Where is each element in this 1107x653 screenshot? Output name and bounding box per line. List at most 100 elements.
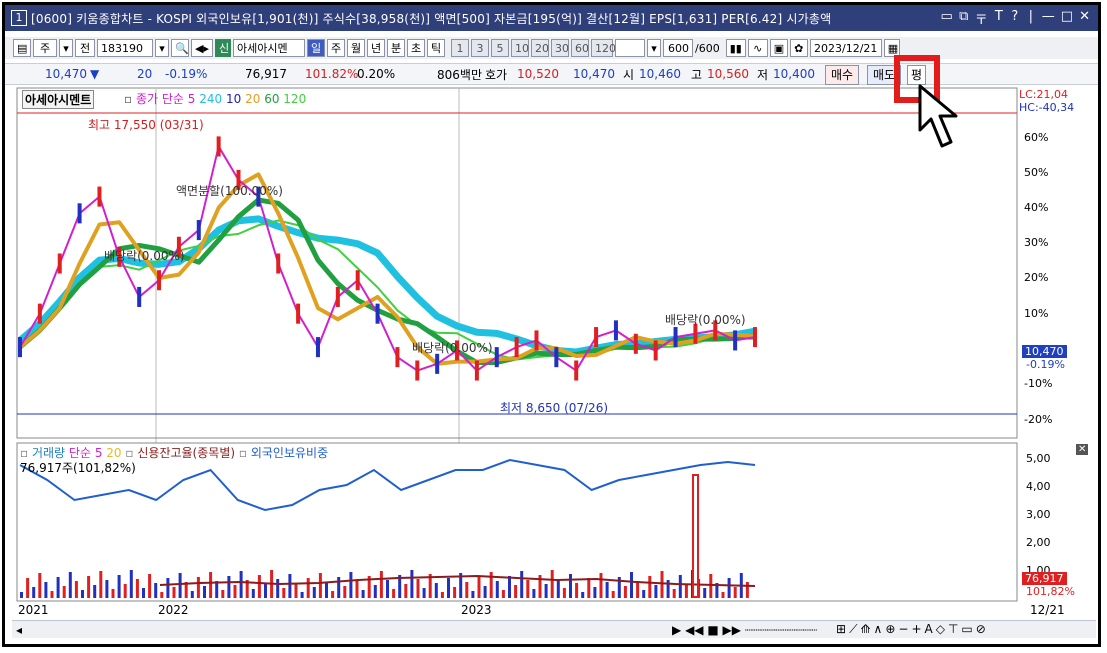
legend-ma240: 240	[199, 92, 223, 106]
volume-bar	[239, 571, 243, 598]
volume-bar	[672, 589, 676, 598]
panel-close-icon[interactable]: ✕	[1076, 444, 1089, 455]
candle	[77, 203, 82, 224]
candle	[574, 360, 579, 381]
volume-bar	[148, 574, 152, 598]
y-tick-lc: LC:21,04	[1019, 88, 1069, 101]
volume-bar	[44, 582, 48, 598]
zoom-icon[interactable]: ⊕	[885, 622, 898, 636]
y-tick-minus20: -20%	[1024, 413, 1053, 426]
rewind-icon[interactable]: ◀◀	[685, 623, 703, 637]
zoom-slider[interactable]: ┈┈┈┈┈┈┈┈┈┈	[745, 623, 817, 637]
volume-bar	[111, 589, 115, 598]
volume-bar	[251, 589, 255, 598]
candle	[97, 186, 102, 207]
volume-bar	[416, 579, 420, 598]
high-marker: 최고 17,550 (03/31)	[88, 118, 204, 132]
candle	[196, 220, 201, 241]
volume-bar	[349, 572, 353, 598]
volume-bar	[514, 585, 518, 598]
volume-bar	[203, 586, 206, 598]
x-label-2022: 2022	[158, 603, 189, 617]
candle	[157, 270, 162, 291]
volume-bar	[556, 579, 560, 598]
annotation-dividend-2: 배당락(0.00%)	[412, 341, 493, 355]
volume-bar	[373, 585, 377, 598]
volume-bar	[74, 581, 78, 598]
volume-bar	[404, 584, 408, 598]
volume-bar	[471, 591, 475, 598]
volume-bar	[288, 574, 292, 598]
vol-y-tick-4: 4,00	[1026, 480, 1051, 493]
legend-prefix: 종가 단순	[135, 92, 184, 106]
volume-bar	[32, 587, 36, 598]
annotation-split: 액면분할(100.00%)	[176, 184, 283, 198]
scroll-left-icon[interactable]: ◂	[16, 623, 22, 637]
plus-icon[interactable]: +	[911, 622, 924, 636]
vol-y-tick-3: 3,00	[1026, 508, 1051, 521]
volume-bar	[276, 579, 280, 598]
legend-volume: 거래량	[31, 446, 66, 460]
candle	[733, 330, 738, 351]
volume-bar	[623, 586, 627, 598]
volume-bar	[142, 588, 145, 598]
volume-bar	[233, 585, 237, 598]
volume-bar	[569, 574, 572, 598]
fibonacci-icon[interactable]: ⟰	[860, 622, 873, 636]
volume-bar	[93, 585, 97, 598]
legend-ma60: 60	[264, 92, 280, 106]
candle	[594, 327, 599, 348]
volume-bar	[379, 571, 383, 598]
current-change-tag: -0.19%	[1026, 358, 1065, 371]
shape-icon[interactable]: ◇	[936, 622, 948, 636]
volume-bar	[38, 573, 42, 598]
volume-bar	[160, 592, 164, 598]
crosshair-icon[interactable]: ⊞	[836, 622, 849, 636]
volume-bar	[26, 578, 30, 598]
candle	[57, 253, 62, 274]
legend-simple: 단순	[68, 446, 91, 460]
x-label-2021: 2021	[18, 603, 49, 617]
volume-bar	[257, 575, 261, 598]
bottom-toolbar: ◂ ▶ ◀◀ ■ ▶▶ ┈┈┈┈┈┈┈┈┈┈ ⊞⟋⟰∧⊕−+A◇⊤▭⊘	[12, 620, 1096, 638]
candle	[534, 330, 539, 351]
volume-bar	[648, 576, 652, 598]
volume-bar	[477, 577, 481, 598]
wave-icon[interactable]: ∧	[874, 622, 886, 636]
volume-bar	[129, 570, 133, 598]
trendline-icon[interactable]: ⟋	[849, 622, 860, 636]
volume-bar	[532, 589, 536, 598]
color-icon[interactable]: ⊘	[976, 622, 989, 636]
volume-bar	[703, 588, 707, 598]
note-icon[interactable]: ⊤	[948, 622, 961, 636]
stock-tag[interactable]: 아세아시멘트	[22, 90, 95, 109]
candle	[653, 340, 658, 361]
volume-bar	[56, 577, 60, 598]
play-icon[interactable]: ▶	[672, 623, 681, 637]
volume-bar	[337, 577, 341, 598]
candle	[296, 303, 301, 324]
box-icon[interactable]: ▭	[961, 622, 975, 636]
forward-icon[interactable]: ▶▶	[723, 623, 741, 637]
candle	[276, 253, 281, 274]
vol-y-tick-5: 5,00	[1026, 452, 1051, 465]
stop-icon[interactable]: ■	[707, 623, 718, 637]
candle	[18, 337, 22, 358]
volume-bar	[172, 587, 176, 598]
candle	[435, 353, 440, 374]
volume-bar	[581, 592, 585, 598]
volume-bar	[68, 572, 72, 598]
volume-bar	[343, 586, 347, 598]
legend-vol-ma20: 20	[106, 446, 122, 460]
legend-ma5: 5	[187, 92, 196, 106]
volume-bar	[562, 588, 566, 598]
minus-icon[interactable]: −	[898, 622, 911, 636]
volume-bar	[325, 582, 328, 598]
volume-bar	[318, 573, 322, 598]
y-tick-60: 60%	[1024, 131, 1049, 144]
volume-bar	[453, 587, 457, 598]
volume-bar	[50, 591, 54, 598]
text-icon[interactable]: A	[925, 622, 936, 636]
volume-bar	[392, 589, 396, 598]
volume-bar	[611, 591, 615, 598]
